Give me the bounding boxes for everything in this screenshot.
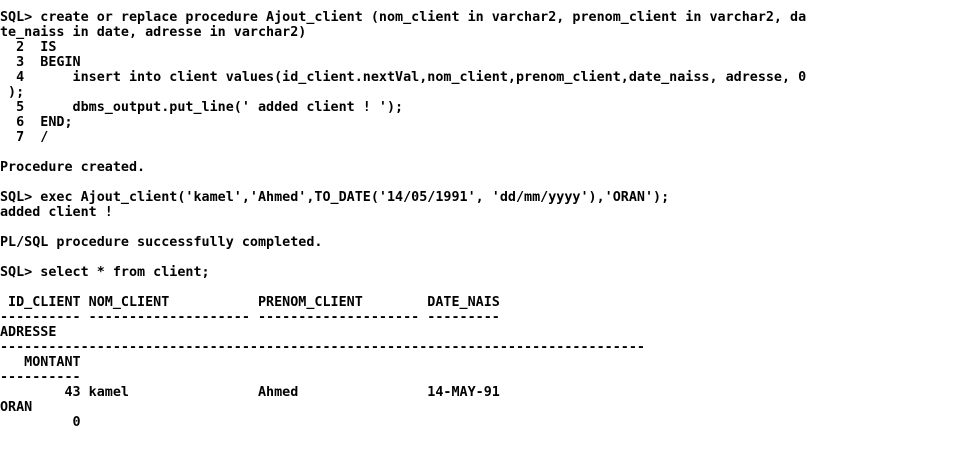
console-line: SQL> exec Ajout_client('kamel','Ahmed',T… <box>0 190 670 205</box>
console-line: ADRESSE <box>0 325 57 340</box>
console-line: 43 kamel Ahmed 14-MAY-91 <box>0 385 500 400</box>
console-line: ); <box>0 85 25 100</box>
console-line: te_naiss in date, adresse in varchar2) <box>0 25 307 40</box>
console-line: 4 insert into client values(id_client.ne… <box>0 70 807 85</box>
console-line: MONTANT <box>0 355 81 370</box>
console-line: ---------- <box>0 370 81 385</box>
console-line: 7 / <box>0 130 49 145</box>
console-line: 3 BEGIN <box>0 55 81 70</box>
console-line: 5 dbms_output.put_line(' added client ! … <box>0 100 404 115</box>
console-line: Procedure created. <box>0 160 146 175</box>
console-line: ORAN <box>0 400 33 415</box>
console-line: SQL> select * from client; <box>0 265 210 280</box>
console-line: ID_CLIENT NOM_CLIENT PRENOM_CLIENT DATE_… <box>0 295 500 310</box>
console-line: SQL> create or replace procedure Ajout_c… <box>0 10 807 25</box>
console-line: PL/SQL procedure successfully completed. <box>0 235 323 250</box>
console-line: 6 END; <box>0 115 73 130</box>
console-line: ----------------------------------------… <box>0 340 645 355</box>
console-line: 0 <box>0 415 81 430</box>
console-line: added client ! <box>0 205 113 220</box>
console-line: ---------- -------------------- --------… <box>0 310 500 325</box>
sqlplus-console[interactable]: SQL> create or replace procedure Ajout_c… <box>0 0 975 452</box>
console-line: 2 IS <box>0 40 57 55</box>
